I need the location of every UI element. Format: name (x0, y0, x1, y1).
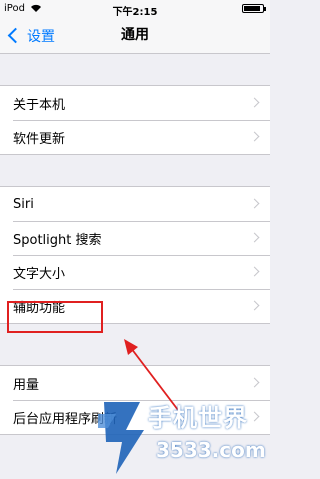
chevron-right-icon (249, 232, 260, 243)
chevron-right-icon (249, 266, 260, 277)
row-about[interactable]: 关于本机 (0, 86, 270, 120)
row-label: 关于本机 (13, 97, 66, 113)
watermark-url: 3533.com (156, 438, 266, 462)
watermark-brand: 手机世界 (148, 404, 248, 432)
chevron-right-icon (249, 300, 260, 311)
chevron-right-icon (249, 198, 260, 209)
chevron-right-icon (249, 377, 260, 388)
status-time: 下午2:15 (112, 7, 158, 18)
annotation-highlight-box (7, 301, 103, 333)
battery-icon (242, 4, 266, 13)
row-label: 用量 (13, 377, 40, 393)
row-label: Siri (13, 196, 34, 212)
chevron-right-icon (249, 97, 260, 108)
battery-fill (244, 6, 261, 11)
row-spotlight-search[interactable]: Spotlight 搜索 (0, 221, 270, 255)
row-software-update[interactable]: 软件更新 (0, 120, 270, 154)
watermark: 手机世界 3533.com (96, 394, 270, 479)
settings-group-1: 关于本机 软件更新 (0, 85, 270, 155)
row-label: 软件更新 (13, 131, 66, 147)
status-bar: iPod 下午2:15 (0, 0, 270, 18)
row-label: 文字大小 (13, 266, 66, 282)
chevron-right-icon (249, 131, 260, 142)
row-label: Spotlight 搜索 (13, 232, 102, 248)
row-text-size[interactable]: 文字大小 (0, 255, 270, 289)
page-title: 通用 (121, 27, 149, 43)
row-siri[interactable]: Siri (0, 187, 270, 221)
navigation-bar: 设置 通用 (0, 18, 270, 54)
